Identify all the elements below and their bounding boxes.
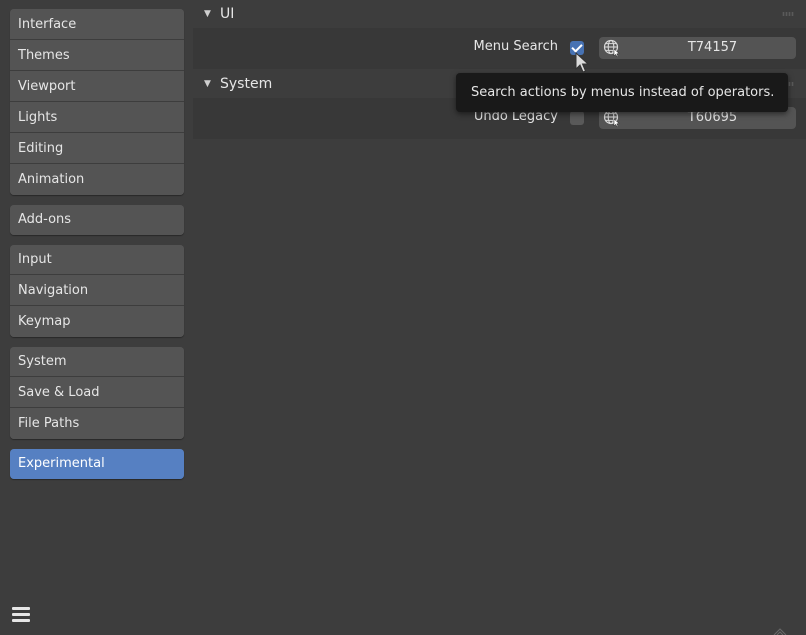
expand-triangle-icon: ▼ [204,79,211,89]
sidebar-item-experimental[interactable]: Experimental [10,449,184,479]
preferences-sidebar: Interface Themes Viewport Lights Editing… [0,0,193,635]
menu-search-link-label: T74157 [687,40,738,55]
sidebar-item-navigation[interactable]: Navigation [10,275,184,306]
panel-body-ui: Menu Search T74157 [193,28,806,69]
panel-title: UI [220,6,235,22]
sidebar-item-lights[interactable]: Lights [10,102,184,133]
panel-header-ui[interactable]: ▼ UI [193,0,806,28]
sidebar-item-system[interactable]: System [10,347,184,377]
preferences-window: Interface Themes Viewport Lights Editing… [0,0,806,635]
sidebar-item-viewport[interactable]: Viewport [10,71,184,102]
mouse-cursor-icon [575,52,590,73]
tooltip: Search actions by menus instead of opera… [456,73,788,112]
sidebar-group-system: System Save & Load File Paths [10,347,184,439]
tooltip-text: Search actions by menus instead of opera… [471,85,775,100]
panel-title: System [220,76,273,92]
sidebar-item-input[interactable]: Input [10,245,184,275]
sidebar-item-interface[interactable]: Interface [10,9,184,40]
drag-grip-icon[interactable] [782,12,794,16]
sidebar-item-keymap[interactable]: Keymap [10,306,184,337]
sidebar-item-add-ons[interactable]: Add-ons [10,205,184,235]
expand-triangle-icon: ▼ [204,9,211,19]
sidebar-group-general: Interface Themes Viewport Lights Editing… [10,9,184,195]
sidebar-item-animation[interactable]: Animation [10,164,184,195]
area-corner-icon[interactable] [772,627,788,635]
sidebar-item-editing[interactable]: Editing [10,133,184,164]
sidebar-item-file-paths[interactable]: File Paths [10,408,184,439]
sidebar-group-experimental: Experimental [10,449,184,479]
menu-search-label: Menu Search [473,39,559,54]
sidebar-group-input: Input Navigation Keymap [10,245,184,337]
sidebar-group-addons: Add-ons [10,205,184,235]
menu-search-link-button[interactable]: T74157 [599,37,796,59]
globe-icon [603,39,620,57]
sidebar-item-save-load[interactable]: Save & Load [10,377,184,408]
undo-legacy-checkbox[interactable] [570,111,584,125]
sidebar-item-themes[interactable]: Themes [10,40,184,71]
hamburger-menu-icon[interactable] [10,603,32,625]
